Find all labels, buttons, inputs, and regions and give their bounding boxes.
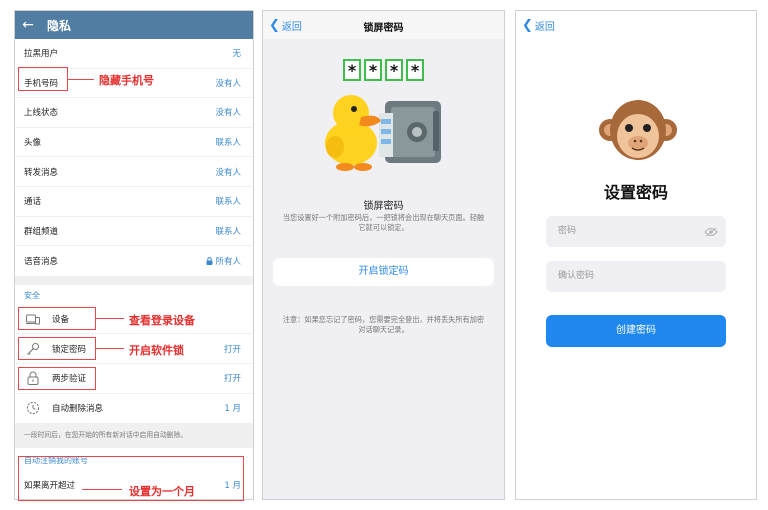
row-forwarded-messages[interactable]: 转发消息 没有人 — [15, 157, 253, 187]
confirm-placeholder: 确认密码 — [558, 271, 595, 281]
auto-delete-note: 一段时间后，在您开始的所有新对话中启用自动删除。 — [15, 423, 253, 448]
two-step-highlight-box — [18, 367, 96, 390]
row-value: 没有人 — [215, 108, 241, 119]
duck-safe-illustration — [325, 95, 441, 171]
annotation-set-month: 设置为一个月 — [129, 485, 195, 498]
pin-digit: * — [406, 59, 424, 81]
lock-description: 当您设置好一个附加密码后，一把锁将会出现在聊天页面。轻触它就可以锁定。 — [282, 213, 485, 232]
row-label: 头像 — [24, 138, 42, 149]
password-placeholder: 密码 — [558, 226, 577, 236]
enable-passcode-button[interactable]: 开启锁定码 — [273, 258, 494, 286]
privacy-header: ← 隐私 — [15, 11, 253, 39]
page-title: 隐私 — [47, 18, 72, 33]
annotation-check-devices: 查看登录设备 — [129, 314, 195, 327]
row-label: 上线状态 — [24, 108, 59, 119]
lock-passcode-panel: ❮ 返回 锁屏密码 * * * * 锁屏密码 当您设置好一个附加密码后，一把锁将… — [262, 10, 505, 500]
row-groups-channels[interactable]: 群组频道 联系人 — [15, 217, 253, 247]
section-divider — [15, 275, 253, 285]
page-title: 设置密码 — [603, 183, 668, 202]
lock-annotation-line — [96, 348, 124, 349]
lock-header: ❮ 返回 锁屏密码 — [263, 11, 504, 39]
confirm-password-field[interactable]: 确认密码 — [546, 261, 726, 292]
row-value: 联系人 — [215, 138, 241, 149]
voice-messages-value: 所有人 — [215, 256, 241, 267]
row-value: 无 — [232, 49, 241, 60]
row-label: 群组频道 — [24, 226, 59, 237]
row-label: 语音消息 — [24, 256, 59, 267]
pin-digit: * — [343, 59, 361, 81]
annotation-hide-phone: 隐藏手机号 — [99, 74, 154, 87]
row-blocked-users[interactable]: 拉黑用户 无 — [15, 39, 253, 69]
lock-icon — [206, 257, 213, 265]
row-value: 所有人 — [206, 255, 241, 267]
row-online-status[interactable]: 上线状态 没有人 — [15, 98, 253, 128]
devices-highlight-box — [18, 307, 96, 330]
devices-annotation-line — [96, 318, 124, 319]
back-button[interactable]: ❮ 返回 — [522, 17, 555, 34]
month-annotation-line — [82, 489, 122, 490]
back-arrow-icon[interactable]: ← — [15, 17, 41, 33]
row-voice-messages[interactable]: 语音消息 所有人 — [15, 246, 253, 276]
row-value: 打开 — [223, 344, 241, 355]
set-password-panel: ❮ 返回 设置密码 密码 确认密码 创建密码 — [515, 10, 757, 500]
row-value: 打开 — [223, 374, 241, 385]
row-label: 自动删除消息 — [52, 404, 104, 415]
row-value: 没有人 — [215, 78, 241, 89]
row-auto-delete-messages[interactable]: 自动删除消息 1 月 — [15, 394, 253, 424]
row-value: 1 月 — [224, 404, 241, 415]
create-password-button[interactable]: 创建密码 — [546, 315, 726, 347]
lock-highlight-box — [18, 337, 96, 360]
timer-icon — [24, 401, 42, 415]
password-field[interactable]: 密码 — [546, 216, 726, 247]
lock-warning-note: 注意：如果您忘记了密码，您需要完全登出，并将丢失所有加密对话聊天记录。 — [282, 315, 485, 334]
page-title: 锁屏密码 — [363, 23, 404, 34]
back-label: 返回 — [534, 22, 555, 33]
eye-off-icon[interactable] — [704, 227, 718, 237]
row-label: 拉黑用户 — [24, 49, 59, 60]
row-avatar[interactable]: 头像 联系人 — [15, 128, 253, 158]
row-value: 联系人 — [215, 197, 241, 208]
phone-highlight-box — [18, 67, 68, 91]
annotation-enable-lock: 开启软件锁 — [129, 344, 184, 357]
security-section-title: 安全 — [24, 290, 40, 300]
row-label: 通话 — [24, 197, 42, 208]
row-value: 联系人 — [215, 226, 241, 237]
pin-digit: * — [364, 59, 382, 81]
pin-digit: * — [385, 59, 403, 81]
lock-heading: 锁屏密码 — [363, 201, 404, 212]
row-calls[interactable]: 通话 联系人 — [15, 187, 253, 217]
row-label: 转发消息 — [24, 167, 59, 178]
phone-annotation-line — [68, 79, 94, 80]
chevron-left-icon: ❮ — [522, 17, 533, 33]
row-value: 没有人 — [215, 167, 241, 178]
monkey-illustration — [599, 100, 677, 160]
